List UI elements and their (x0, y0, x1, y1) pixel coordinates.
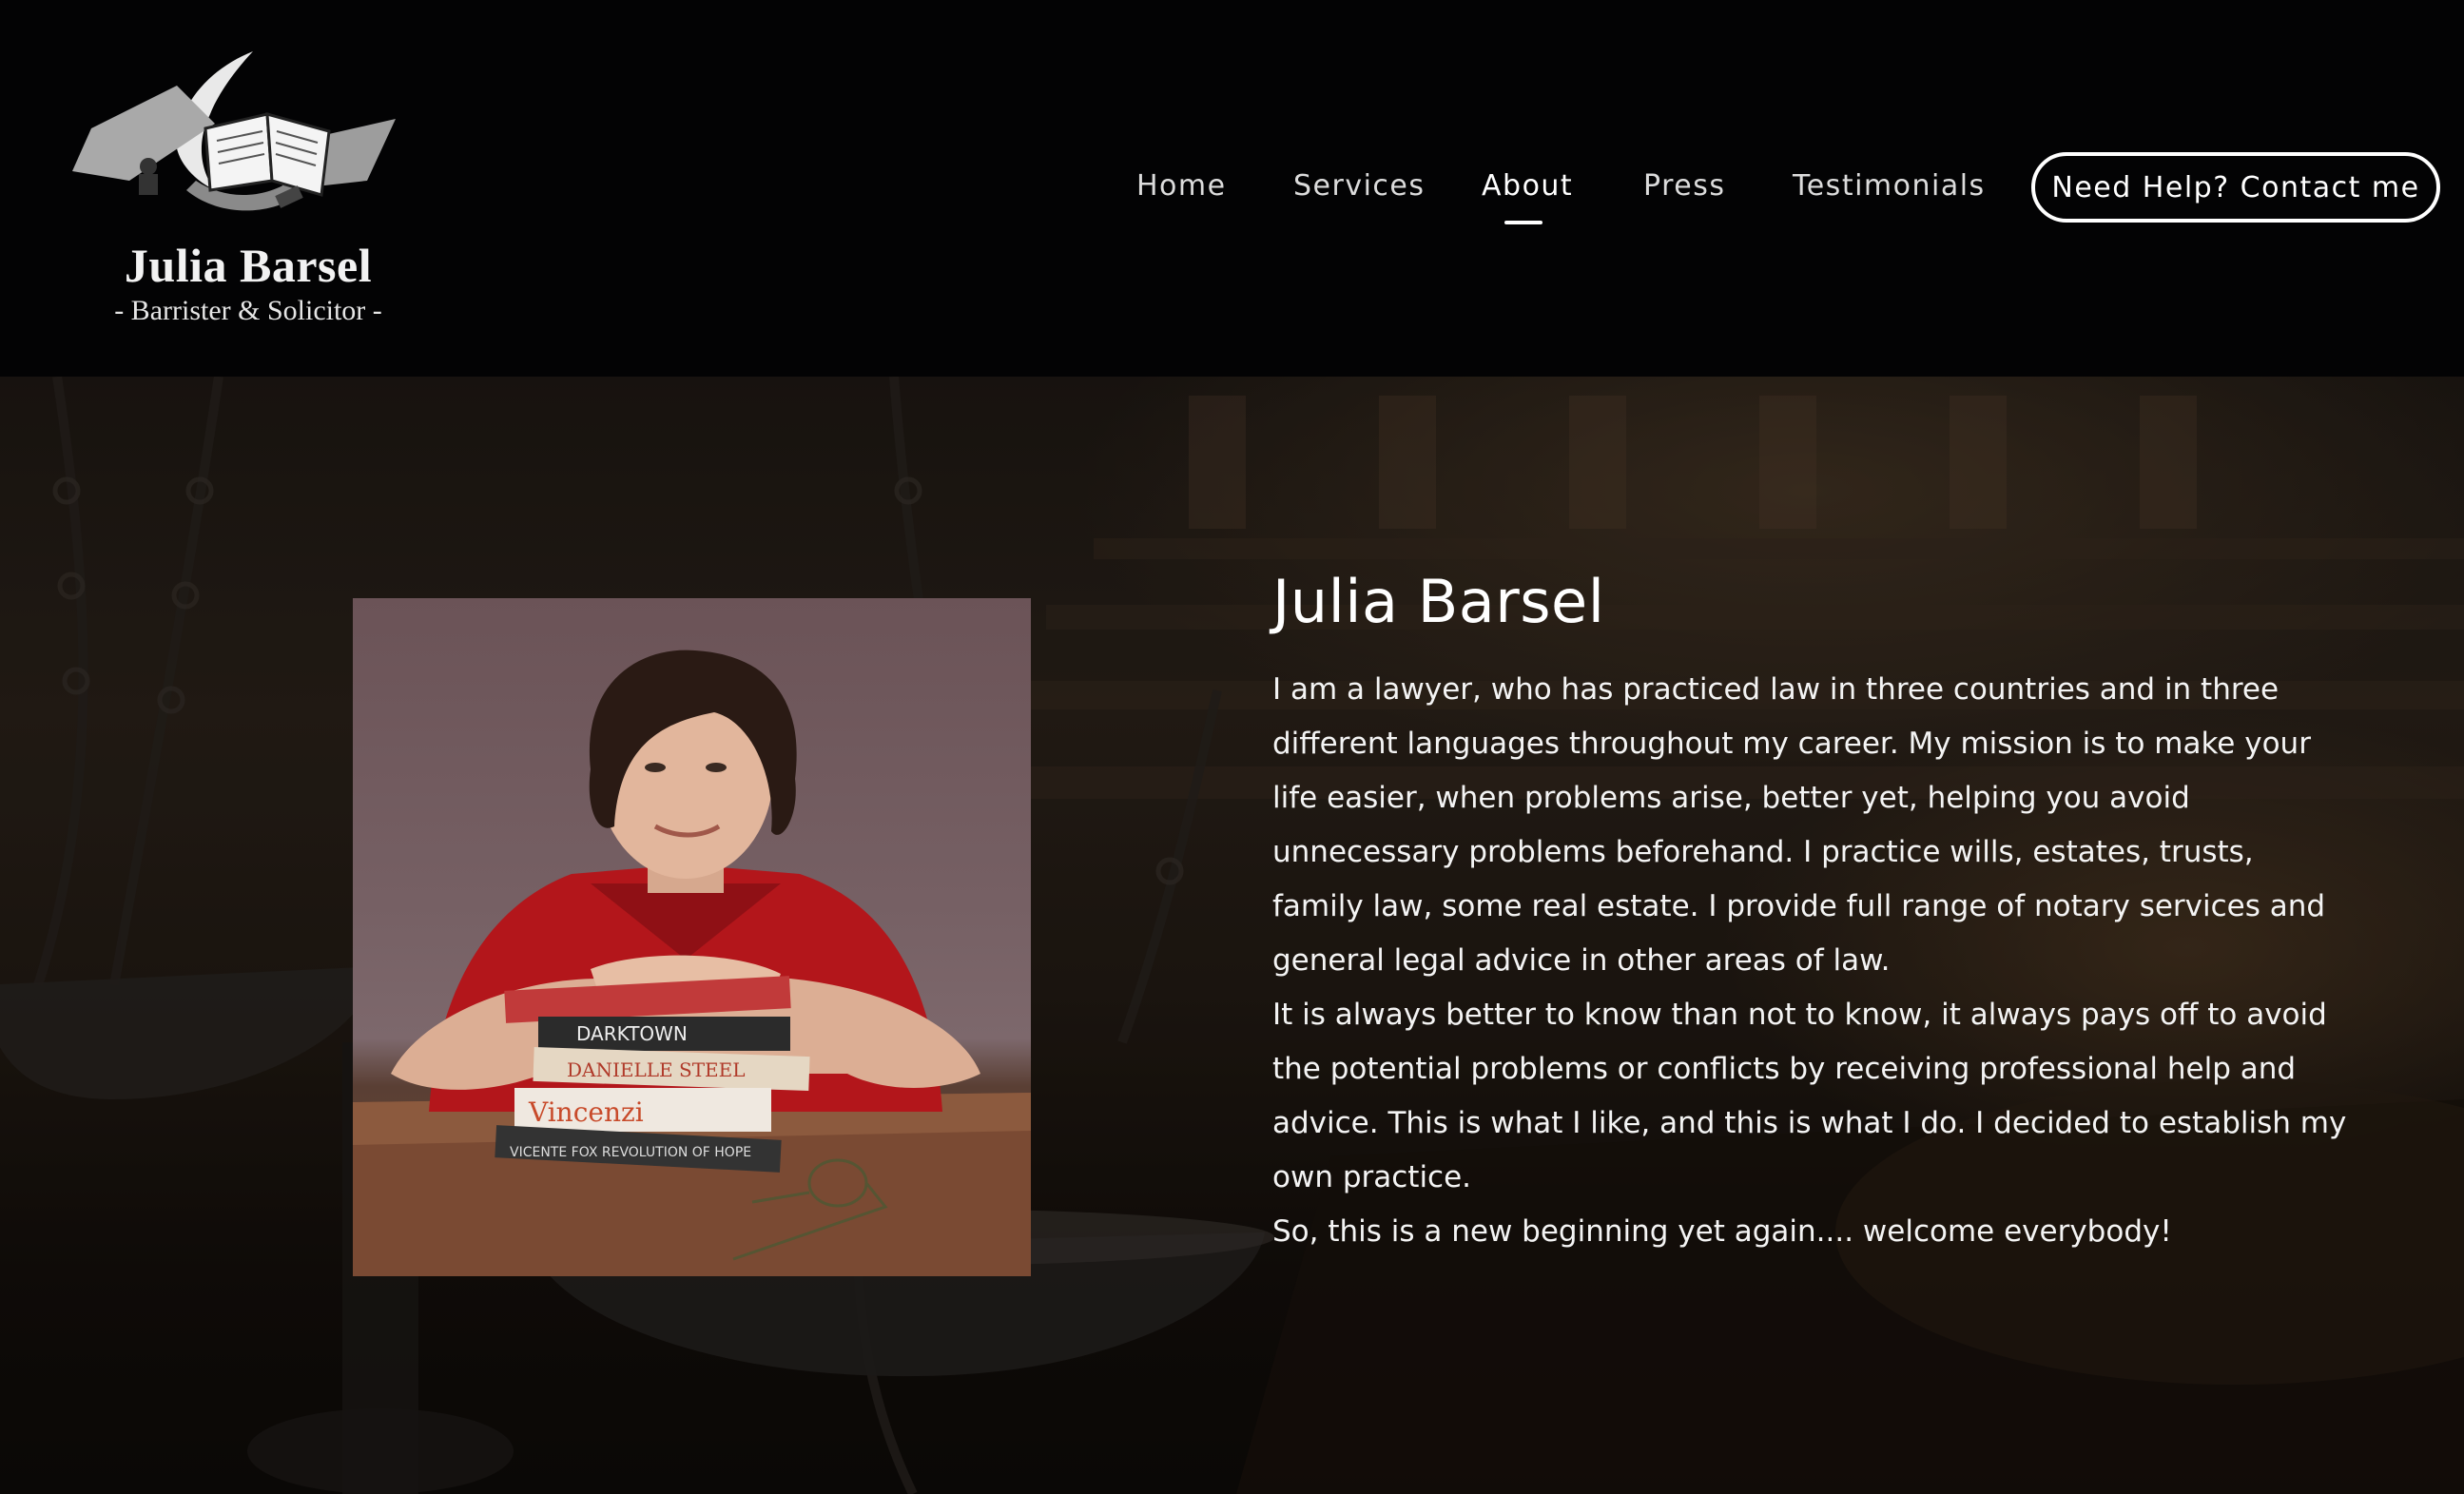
nav-item-about[interactable]: About (1482, 169, 1573, 203)
nav-active-underline (1504, 221, 1542, 224)
svg-text:Vincenzi: Vincenzi (528, 1096, 644, 1128)
bio-paragraph: I am a lawyer, who has practiced law in … (1272, 672, 2326, 978)
svg-text:VICENTE FOX REVOLUTION OF HOP: VICENTE FOX REVOLUTION OF HOPE (510, 1145, 751, 1160)
nav-item-press[interactable]: Press (1643, 169, 1725, 203)
site-header: Julia Barsel - Barrister & Solicitor - H… (0, 0, 2464, 377)
page: Julia Barsel - Barrister & Solicitor - H… (0, 0, 2464, 1494)
portrait-photo: DARKTOWN DANIELLE STEEL Vincenzi VICENTE… (353, 598, 1031, 1276)
about-section: DARKTOWN DANIELLE STEEL Vincenzi VICENTE… (0, 377, 2464, 1494)
contact-button[interactable]: Need Help? Contact me (2031, 152, 2440, 223)
logo-tagline: - Barrister & Solicitor - (114, 295, 382, 326)
bio-paragraph: So, this is a new beginning yet again...… (1272, 1214, 2172, 1249)
logo-name: Julia Barsel (124, 239, 373, 292)
nav-item-testimonials[interactable]: Testimonials (1793, 169, 1986, 203)
bio: Julia Barsel I am a lawyer, who has prac… (1272, 567, 2347, 1259)
nav-item-services[interactable]: Services (1293, 169, 1426, 203)
bio-paragraph: It is always better to know than not to … (1272, 998, 2347, 1194)
svg-text:DANIELLE STEEL: DANIELLE STEEL (567, 1058, 746, 1081)
logo[interactable]: Julia Barsel - Barrister & Solicitor - (72, 48, 424, 333)
nav-item-home[interactable]: Home (1136, 169, 1227, 203)
svg-text:DARKTOWN: DARKTOWN (576, 1022, 688, 1045)
bio-title: Julia Barsel (1272, 567, 1605, 636)
open-book-quill-icon (72, 51, 396, 211)
